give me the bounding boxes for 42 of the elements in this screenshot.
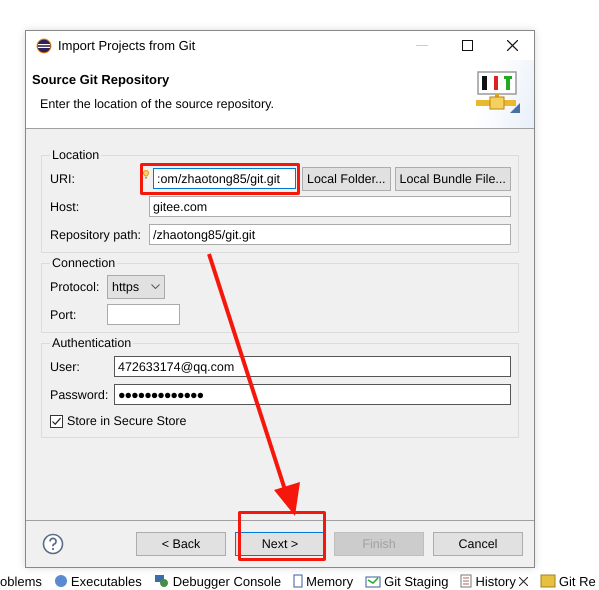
close-icon[interactable] xyxy=(518,576,528,586)
wizard-button[interactable]: Cancel xyxy=(433,532,523,556)
browse-button[interactable]: Local Bundle File... xyxy=(394,166,511,190)
field-label: User: xyxy=(50,360,81,374)
maximize-icon[interactable] xyxy=(462,40,473,51)
uri-input-field[interactable]: :om/zhaotong85/git.git xyxy=(153,168,296,189)
user-input-field[interactable]: 472633174@qq.com xyxy=(114,356,511,377)
view-tab[interactable]: Git Staging xyxy=(363,574,450,589)
view-tab[interactable]: oblems xyxy=(0,574,44,589)
group-legend: Location xyxy=(50,148,102,162)
path-input-field[interactable]: /zhaotong85/git.git xyxy=(149,224,511,245)
page-description: Enter the location of the source repository. xyxy=(40,97,274,111)
field-label: URI: xyxy=(50,172,76,186)
group-legend: Connection xyxy=(50,256,118,270)
checkbox[interactable] xyxy=(50,414,63,428)
group-legend: Authentication xyxy=(50,336,134,350)
field-label: Password: xyxy=(50,388,110,402)
eclipse-icon xyxy=(36,38,52,54)
protocol-dropdown[interactable]: https xyxy=(107,274,165,298)
page-title: Source Git Repository xyxy=(32,72,170,87)
field-label: Port: xyxy=(50,308,78,322)
view-tab[interactable]: Executables xyxy=(52,574,144,589)
view-tab[interactable]: Debugger Console xyxy=(152,574,284,589)
view-tab[interactable]: History xyxy=(458,574,530,589)
wizard-button[interactable]: Next > xyxy=(235,532,325,556)
lightbulb-icon xyxy=(143,170,149,179)
wizard-button[interactable]: < Back xyxy=(136,532,226,556)
host-input-field[interactable]: gitee.com xyxy=(149,196,511,217)
port-input-field[interactable] xyxy=(107,304,180,325)
browse-button[interactable]: Local Folder... xyxy=(302,166,391,190)
view-tab[interactable]: Memory xyxy=(291,574,356,589)
field-label: Host: xyxy=(50,200,80,214)
field-label: Protocol: xyxy=(50,280,100,294)
password-input-field[interactable]: ●●●●●●●●●●●●● xyxy=(114,384,511,405)
checkbox-label[interactable]: Store in Secure Store xyxy=(67,414,187,428)
help-icon[interactable] xyxy=(42,533,64,556)
window-title: Import Projects from Git xyxy=(58,38,196,53)
view-tab[interactable]: Git Re xyxy=(538,574,598,589)
close-icon[interactable] xyxy=(507,40,518,51)
circle-icon xyxy=(54,574,68,588)
field-label: Repository path: xyxy=(50,228,142,242)
chevron-down-icon xyxy=(151,284,160,289)
